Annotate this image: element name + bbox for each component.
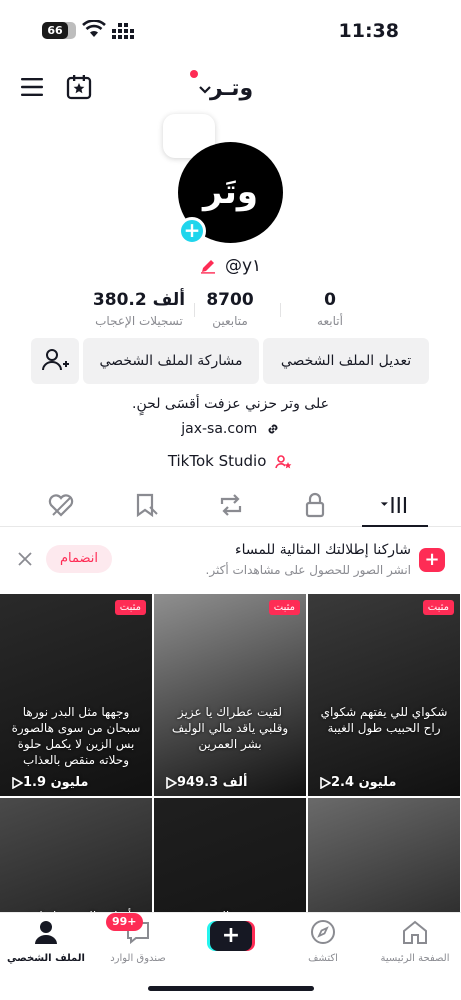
video-tile[interactable]: مثبت وجهها مثل البدر نورها سبحان من سوى ه… xyxy=(0,594,152,796)
nav-profile-label: الملف الشخصي xyxy=(7,953,85,964)
following-label: أتابعه xyxy=(317,314,343,328)
video-caption: وجهها مثل البدر نورها سبحان من سوى هالصو… xyxy=(11,705,141,767)
pinned-badge: مثبت xyxy=(114,600,146,615)
close-icon[interactable] xyxy=(16,550,34,568)
video-tile[interactable]: مثبت لقيت عطراك يا عزيز وقلبي ياقد مالي ا… xyxy=(154,594,306,796)
promo-banner[interactable]: انضمام شاركنا إطلالتك المثالية للمساء ان… xyxy=(0,528,461,592)
plus-icon: + xyxy=(210,921,252,951)
clock: 11:38 xyxy=(338,20,399,42)
tab-favorites-icon[interactable] xyxy=(130,491,162,519)
view-count: 949.3 ألف xyxy=(162,775,247,790)
likes-label: تسجيلات الإعجاب xyxy=(95,314,183,328)
banner-title: شاركنا إطلالتك المثالية للمساء xyxy=(234,542,411,558)
play-icon xyxy=(12,776,24,789)
video-tile[interactable]: في منتهى الرقة وفي منتهى الذوق جميعها في… xyxy=(154,798,306,912)
tab-liked-icon[interactable] xyxy=(45,491,77,519)
studio-label: TikTok Studio xyxy=(167,452,267,470)
creator-calendar-icon[interactable] xyxy=(66,74,92,100)
following-count: 0 xyxy=(324,290,336,310)
notification-dot xyxy=(190,70,198,78)
wifi-icon xyxy=(82,20,106,37)
add-story-icon[interactable]: + xyxy=(178,217,206,245)
bio: على وتر حزني عزفت أقسَى لحنٍ. xyxy=(132,396,329,412)
tab-reposts-icon[interactable] xyxy=(215,491,247,519)
view-count-value: 1.9 مليون xyxy=(23,775,89,790)
stat-likes[interactable]: 380.2 ألف تسجيلات الإعجاب xyxy=(84,290,194,328)
stat-divider xyxy=(194,303,195,317)
studio-icon xyxy=(275,454,292,468)
content-tabs xyxy=(0,485,461,527)
username: @y١ xyxy=(224,255,262,276)
tab-private-icon[interactable] xyxy=(299,491,331,519)
view-count: 2.4 مليون xyxy=(316,775,396,790)
tab-videos-icon[interactable] xyxy=(379,491,411,519)
video-caption: لقيت عطراك يا عزيز وقلبي ياقد مالي الولي… xyxy=(171,705,289,751)
link-icon xyxy=(268,424,278,434)
video-caption: شكواي للي يفتهم شكواي راح الحبيب طول الغ… xyxy=(320,705,448,735)
create-plus-icon: + xyxy=(419,548,445,572)
play-icon xyxy=(320,776,332,789)
join-button[interactable]: انضمام xyxy=(46,545,112,573)
battery-level: 66 xyxy=(42,22,68,39)
active-tab-indicator xyxy=(362,525,428,527)
play-icon xyxy=(166,776,178,789)
pinned-badge: مثبت xyxy=(268,600,300,615)
profile-header: وتـر xyxy=(0,62,461,112)
nav-explore[interactable]: اكتشف xyxy=(277,919,369,964)
account-switcher[interactable]: وتـر xyxy=(190,70,290,106)
share-profile-button[interactable]: مشاركة الملف الشخصي xyxy=(83,338,259,384)
home-icon xyxy=(403,920,427,944)
nav-explore-label: اكتشف xyxy=(308,953,338,964)
view-count-value: 949.3 ألف xyxy=(177,775,248,790)
add-user-icon xyxy=(42,349,69,371)
handle-row[interactable]: @y١ xyxy=(0,255,461,279)
followers-label: متابعين xyxy=(212,314,248,328)
stat-divider xyxy=(280,303,281,317)
stat-followers[interactable]: 8700 متابعين xyxy=(196,290,264,328)
website-link[interactable]: jax-sa.com xyxy=(0,421,461,437)
home-indicator xyxy=(148,986,314,991)
profile-icon xyxy=(35,921,57,944)
likes-count: 380.2 ألف xyxy=(92,290,186,310)
followers-count: 8700 xyxy=(206,290,254,310)
nav-home-label: الصفحة الرئيسية xyxy=(380,953,450,964)
nav-home[interactable]: الصفحة الرئيسية xyxy=(369,919,461,964)
inbox-badge: 99+ xyxy=(106,913,143,931)
video-tile[interactable]: مثبت شكواي للي يفتهم شكواي راح الحبيب طول… xyxy=(308,594,460,796)
video-grid: مثبت شكواي للي يفتهم شكواي راح الحبيب طول… xyxy=(0,594,461,912)
edit-profile-button[interactable]: تعديل الملف الشخصي xyxy=(263,338,429,384)
nav-profile[interactable]: الملف الشخصي xyxy=(0,919,92,964)
compass-icon xyxy=(311,920,335,944)
status-bar: 66 11:38 xyxy=(0,0,461,60)
pinned-badge: مثبت xyxy=(422,600,454,615)
pencil-icon xyxy=(200,259,215,274)
website-url[interactable]: jax-sa.com xyxy=(181,421,257,437)
stat-following[interactable]: 0 أتابعه xyxy=(298,290,362,328)
add-friends-button[interactable] xyxy=(31,338,79,384)
banner-subtitle: انشر الصور للحصول على مشاهدات أكثر. xyxy=(205,563,411,577)
battery-icon: 66 xyxy=(42,22,76,39)
tiktok-studio-link[interactable]: TikTok Studio xyxy=(0,452,461,470)
video-tile[interactable] xyxy=(308,798,460,912)
nav-inbox-label: صندوق الوارد xyxy=(110,953,166,964)
view-count-value: 2.4 مليون xyxy=(331,775,397,790)
account-name: وتـر xyxy=(210,76,254,101)
cellular-icon xyxy=(112,23,134,39)
video-tile[interactable]: أشك جاك سهمك ايش سوى قلبي الهمام كل ما ف… xyxy=(0,798,152,912)
menu-icon[interactable] xyxy=(20,76,44,98)
create-button[interactable]: + xyxy=(207,921,255,951)
view-count: 1.9 مليون xyxy=(8,775,88,790)
